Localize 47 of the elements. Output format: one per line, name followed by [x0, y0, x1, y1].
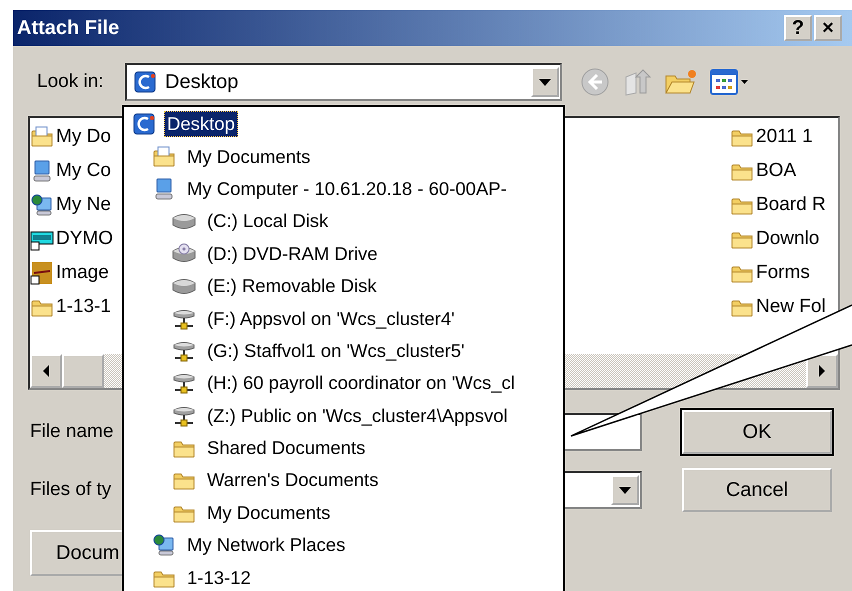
- location-item[interactable]: My Documents: [184, 144, 314, 170]
- network-icon: [152, 533, 176, 558]
- view-menu-icon[interactable]: [710, 67, 750, 97]
- location-item[interactable]: Desktop: [164, 111, 238, 138]
- location-item[interactable]: 1-13-12: [184, 564, 254, 591]
- location-item[interactable]: (Z:) Public on 'Wcs_cluster4\Appsvol: [204, 402, 511, 429]
- file-item[interactable]: My Ne: [56, 194, 111, 216]
- file-name-label: File name: [29, 421, 114, 443]
- files-of-type-label: Files of ty: [29, 479, 112, 501]
- file-item[interactable]: My Co: [56, 160, 111, 182]
- location-item[interactable]: (D:) DVD-RAM Drive: [204, 240, 381, 267]
- desktop-icon: [132, 112, 156, 136]
- network-drive-icon: [172, 371, 196, 396]
- file-item[interactable]: Downlo: [756, 228, 820, 250]
- location-item[interactable]: (C:) Local Disk: [204, 208, 332, 234]
- file-item[interactable]: Board R: [756, 194, 826, 216]
- file-item[interactable]: 1-13-1: [56, 296, 111, 318]
- scroll-left-button[interactable]: [30, 354, 62, 388]
- ok-button[interactable]: OK: [682, 410, 832, 454]
- location-item[interactable]: Warren's Documents: [204, 467, 382, 494]
- scroll-right-button[interactable]: [806, 354, 838, 388]
- look-in-dropdown[interactable]: Desktop: [125, 63, 562, 101]
- location-item[interactable]: (F:) Appsvol on 'Wcs_cluster4': [204, 306, 458, 332]
- window-title: Attach File: [17, 16, 120, 40]
- location-item[interactable]: (H:) 60 payroll coordinator on 'Wcs_cl: [204, 370, 518, 396]
- file-item[interactable]: My Do: [56, 126, 111, 148]
- location-item[interactable]: My Documents: [204, 500, 334, 526]
- scrollbar-thumb[interactable]: [62, 354, 104, 388]
- location-item[interactable]: (E:) Removable Disk: [204, 273, 380, 300]
- file-item[interactable]: 2011 1: [756, 126, 813, 148]
- location-item[interactable]: My Computer - 10.61.20.18 - 60-00AP-: [184, 176, 510, 202]
- file-item[interactable]: BOA: [756, 160, 796, 182]
- file-item[interactable]: New Fol: [756, 296, 826, 318]
- location-item[interactable]: My Network Places: [184, 532, 348, 558]
- documents-icon: [152, 144, 176, 169]
- file-item[interactable]: Image: [56, 262, 109, 284]
- location-item[interactable]: (G:) Staffvol1 on 'Wcs_cluster5': [204, 338, 468, 364]
- network-icon: [30, 193, 54, 217]
- cancel-button[interactable]: Cancel: [682, 468, 832, 512]
- location-item[interactable]: Shared Documents: [204, 435, 368, 462]
- close-button[interactable]: ×: [814, 15, 842, 41]
- help-button[interactable]: ?: [784, 15, 812, 41]
- look-in-label: Look in:: [36, 71, 105, 93]
- back-icon[interactable]: [580, 67, 610, 97]
- file-item[interactable]: Forms: [756, 262, 810, 284]
- desktop-icon: [133, 70, 157, 94]
- file-item[interactable]: DYMO: [56, 228, 113, 250]
